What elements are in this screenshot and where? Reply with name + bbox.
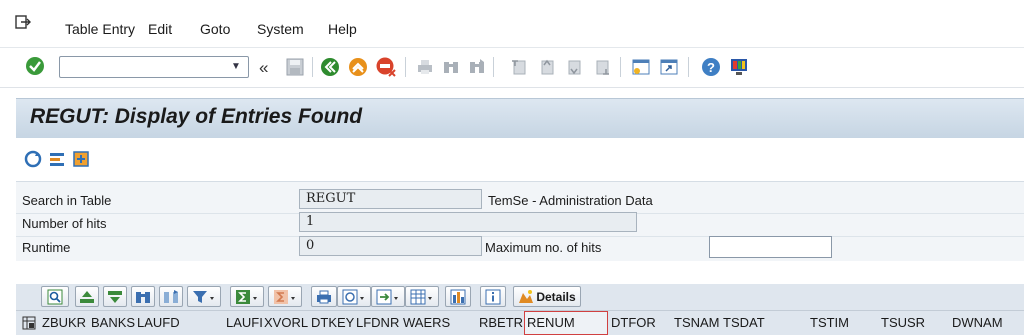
column-rbetr[interactable]: RBETR bbox=[479, 315, 523, 330]
command-dropdown-icon[interactable]: ▼ bbox=[229, 60, 243, 74]
search-table-field: REGUT bbox=[299, 189, 482, 209]
page-title: REGUT: Display of Entries Found bbox=[30, 105, 363, 128]
last-page-icon[interactable] bbox=[591, 56, 613, 78]
column-banks[interactable]: BANKS bbox=[91, 315, 135, 330]
details-icon bbox=[519, 289, 534, 303]
column-dwnam[interactable]: DWNAM bbox=[952, 315, 1003, 330]
column-zbukr[interactable]: ZBUKR bbox=[42, 315, 86, 330]
table-contents-icon[interactable] bbox=[72, 150, 90, 168]
alv-details-view-button[interactable] bbox=[41, 286, 69, 307]
next-page-icon[interactable] bbox=[563, 56, 585, 78]
max-hits-input[interactable] bbox=[709, 236, 832, 258]
total-button[interactable] bbox=[230, 286, 264, 307]
generate-shortcut-icon[interactable] bbox=[658, 56, 680, 78]
svg-text:?: ? bbox=[707, 60, 715, 75]
number-of-hits-label: Number of hits bbox=[22, 216, 107, 231]
views-button[interactable] bbox=[337, 286, 371, 307]
sort-ascending-button[interactable] bbox=[75, 286, 99, 307]
enter-check-icon[interactable] bbox=[24, 55, 46, 77]
select-layout-icon[interactable] bbox=[22, 316, 36, 330]
collapse-icon[interactable]: « bbox=[259, 58, 268, 78]
number-of-hits-field: 1 bbox=[299, 212, 637, 232]
exit-icon[interactable] bbox=[347, 56, 369, 78]
details-button[interactable]: Details bbox=[513, 286, 581, 307]
previous-page-icon[interactable] bbox=[536, 56, 558, 78]
print-icon[interactable] bbox=[414, 56, 436, 78]
find-button[interactable] bbox=[131, 286, 155, 307]
selection-settings-icon[interactable] bbox=[48, 150, 66, 168]
export-button[interactable] bbox=[371, 286, 405, 307]
menu-edit-label: Edit bbox=[148, 21, 173, 37]
menu-edit[interactable]: Edit bbox=[148, 21, 172, 37]
menu-goto-label: Goto bbox=[200, 21, 231, 37]
column-tstim[interactable]: TSTIM bbox=[810, 315, 849, 330]
runtime-label: Runtime bbox=[22, 240, 71, 255]
filter-button[interactable] bbox=[187, 286, 221, 307]
column-lfdnr[interactable]: LFDNR bbox=[356, 315, 399, 330]
help-icon[interactable]: ? bbox=[700, 56, 722, 78]
customize-layout-icon[interactable] bbox=[728, 56, 750, 78]
menu-goto[interactable]: Goto bbox=[200, 21, 230, 37]
column-xvorl[interactable]: XVORL bbox=[264, 315, 308, 330]
column-dtfor[interactable]: DTFOR bbox=[611, 315, 656, 330]
back-icon[interactable] bbox=[319, 56, 341, 78]
print-preview-button[interactable] bbox=[311, 286, 337, 307]
cancel-icon[interactable] bbox=[375, 56, 397, 78]
save-icon[interactable] bbox=[284, 56, 306, 78]
max-hits-label: Maximum no. of hits bbox=[485, 240, 602, 255]
refresh-icon[interactable] bbox=[24, 150, 42, 168]
column-tsnam[interactable]: TSNAM bbox=[674, 315, 720, 330]
menu-help[interactable]: Help bbox=[328, 21, 357, 37]
subtotal-button[interactable] bbox=[268, 286, 302, 307]
column-tsusr[interactable]: TSUSR bbox=[881, 315, 925, 330]
menu-exit-icon[interactable] bbox=[15, 15, 31, 29]
column-laufi[interactable]: LAUFI bbox=[226, 315, 263, 330]
menu-help-label: Help bbox=[328, 21, 357, 37]
menu-table-entry-label: Table Entry bbox=[65, 21, 136, 37]
column-waers[interactable]: WAERS bbox=[403, 315, 450, 330]
menu-system[interactable]: System bbox=[257, 21, 304, 37]
details-button-label: Details bbox=[536, 289, 576, 304]
column-tsdat[interactable]: TSDAT bbox=[723, 315, 765, 330]
menu-system-label: System bbox=[257, 21, 304, 37]
runtime-field: 0 bbox=[299, 236, 482, 256]
column-laufd[interactable]: LAUFD bbox=[137, 315, 180, 330]
first-page-icon[interactable] bbox=[508, 56, 530, 78]
column-renum[interactable]: RENUM bbox=[527, 315, 575, 330]
sort-descending-button[interactable] bbox=[103, 286, 127, 307]
find-icon[interactable] bbox=[440, 56, 462, 78]
graphic-button[interactable] bbox=[445, 286, 471, 307]
search-table-label: Search in Table bbox=[22, 193, 112, 208]
table-description: TemSe - Administration Data bbox=[488, 193, 653, 208]
command-field[interactable] bbox=[59, 56, 249, 78]
info-button[interactable] bbox=[480, 286, 506, 307]
menu-table-entry[interactable]: Table Entry bbox=[65, 21, 135, 37]
find-next-button[interactable] bbox=[159, 286, 183, 307]
column-dtkey[interactable]: DTKEY bbox=[311, 315, 354, 330]
find-next-icon[interactable] bbox=[466, 56, 488, 78]
layout-button[interactable] bbox=[405, 286, 439, 307]
create-session-icon[interactable] bbox=[630, 56, 652, 78]
